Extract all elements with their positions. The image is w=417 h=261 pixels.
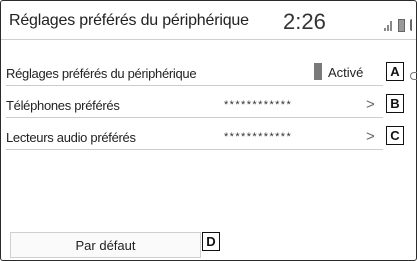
row-label: Téléphones préférés: [6, 98, 120, 113]
settings-screen: Réglages préférés du périphérique 2:26 R…: [0, 0, 417, 261]
row-label: Réglages préférés du périphérique: [6, 66, 197, 81]
row-preferred-phones[interactable]: Téléphones préférés ************ >: [6, 91, 383, 118]
signal-icon: [384, 21, 392, 31]
default-button-label: Par défaut: [75, 238, 136, 253]
battery-icon: [398, 19, 405, 32]
toggle-status: Activé: [328, 65, 364, 80]
row-label: Lecteurs audio préférés: [6, 130, 136, 145]
chevron-right-icon: >: [366, 128, 375, 145]
default-button[interactable]: Par défaut: [10, 232, 201, 258]
page-title: Réglages préférés du périphérique: [9, 12, 249, 29]
toggle-indicator[interactable]: [314, 63, 322, 80]
clock: 2:26: [283, 9, 326, 34]
callout-c: C: [386, 126, 404, 145]
callout-a: A: [386, 62, 404, 81]
row-preferred-audio[interactable]: Lecteurs audio préférés ************ >: [6, 123, 383, 150]
masked-value: ************: [224, 99, 293, 111]
callout-connector: [410, 72, 417, 80]
header-bar: Réglages préférés du périphérique 2:26: [1, 1, 416, 40]
status-icons: [384, 19, 416, 33]
callout-b: B: [386, 94, 404, 113]
status-edge-icon: [410, 19, 416, 31]
masked-value: ************: [224, 131, 293, 143]
chevron-right-icon: >: [366, 96, 375, 113]
row-device-preference[interactable]: Réglages préférés du périphérique Activé: [6, 59, 383, 86]
callout-d: D: [202, 232, 220, 251]
